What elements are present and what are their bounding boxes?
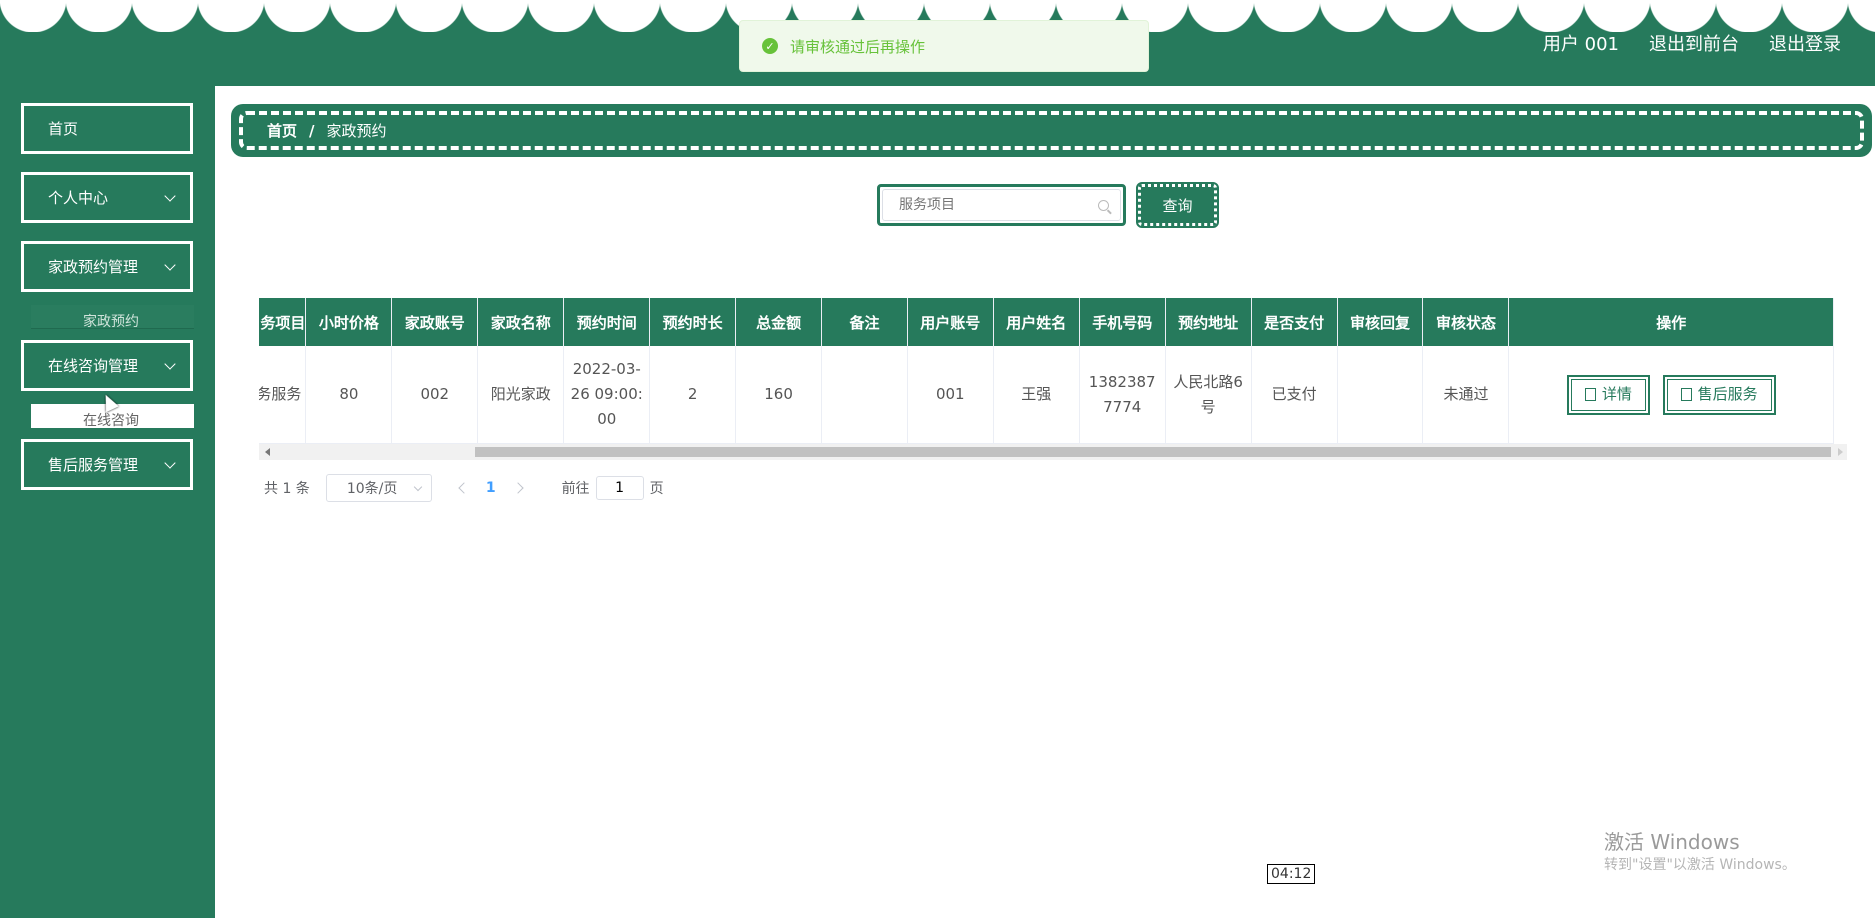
cell-service: 务服务 — [259, 346, 307, 444]
aftersale-button-label: 售后服务 — [1697, 385, 1758, 403]
sidebar-item-aftersale-mgmt[interactable]: 售后服务管理 — [21, 439, 193, 490]
sidebar-item-label: 首页 — [48, 120, 79, 138]
check-circle-icon: ✓ — [762, 38, 778, 54]
cell-review-status: 未通过 — [1422, 346, 1510, 444]
chevron-down-icon — [164, 457, 176, 469]
document-icon — [1584, 388, 1596, 401]
sidebar-item-consult-mgmt[interactable]: 在线咨询管理 — [21, 340, 193, 391]
column-header: 审核回复 — [1337, 298, 1424, 346]
cell-housekeeper-name: 阳光家政 — [477, 346, 565, 444]
search-icon — [1098, 200, 1109, 211]
column-header: 用户账号 — [907, 298, 994, 346]
breadcrumb-current: 家政预约 — [326, 122, 387, 140]
pagination: 共 1 条 10条/页 1 前往 页 — [264, 473, 664, 503]
scroll-thumb[interactable] — [475, 447, 1831, 457]
cell-remark — [821, 346, 908, 444]
column-header: 预约时间 — [563, 298, 651, 346]
logout-link[interactable]: 退出登录 — [1769, 30, 1841, 56]
cell-duration: 2 — [649, 346, 737, 444]
column-header: 家政名称 — [477, 298, 565, 346]
page-number[interactable]: 1 — [486, 480, 496, 496]
breadcrumb-frame: 首页 / 家政预约 — [239, 111, 1864, 150]
toast-message: 请审核通过后再操作 — [790, 37, 926, 56]
cell-paid: 已支付 — [1251, 346, 1338, 444]
sidebar-item-label: 售后服务管理 — [48, 456, 139, 474]
cell-hourly-price: 80 — [305, 346, 393, 444]
sidebar: 首页 个人中心 家政预约管理 家政预约 在线咨询管理 在线咨询 售后服务管理 — [0, 86, 215, 918]
goto-page: 前往 页 — [562, 476, 664, 500]
windows-watermark-sub: 转到"设置"以激活 Windows。 — [1604, 857, 1796, 873]
cell-appointment-time: 2022-03-26 09:00:00 — [563, 346, 651, 444]
total-count: 共 1 条 — [264, 481, 310, 497]
windows-watermark: 激活 Windows — [1604, 830, 1740, 854]
scroll-right-icon[interactable] — [1838, 448, 1843, 456]
cell-housekeeper-account: 002 — [391, 346, 479, 444]
goto-input[interactable] — [595, 476, 644, 500]
submenu-item-appointment[interactable]: 家政预约 — [31, 305, 194, 329]
chevron-down-icon — [164, 259, 176, 271]
front-link[interactable]: 退出到前台 — [1649, 30, 1739, 56]
chevron-down-icon — [164, 358, 176, 370]
sidebar-item-label: 在线咨询管理 — [48, 357, 139, 375]
column-header: 总金额 — [735, 298, 823, 346]
table-header-row: 务项目 小时价格 家政账号 家政名称 预约时间 预约时长 总金额 备注 用户账号… — [259, 298, 1834, 346]
chevron-down-icon — [164, 190, 176, 202]
horizontal-scrollbar[interactable] — [259, 444, 1847, 460]
column-header: 预约地址 — [1165, 298, 1252, 346]
column-header: 手机号码 — [1079, 298, 1166, 346]
column-header: 用户姓名 — [993, 298, 1080, 346]
sidebar-item-label: 家政预约管理 — [48, 258, 139, 276]
search-input[interactable] — [882, 189, 1121, 221]
goto-prefix: 前往 — [561, 481, 590, 497]
cell-total: 160 — [735, 346, 823, 444]
sidebar-item-home[interactable]: 首页 — [21, 103, 193, 154]
cell-user-account: 001 — [907, 346, 994, 444]
sidebar-item-appointment-mgmt[interactable]: 家政预约管理 — [21, 241, 193, 292]
column-header: 小时价格 — [305, 298, 393, 346]
detail-button[interactable]: 详情 — [1566, 374, 1650, 415]
scroll-left-icon[interactable] — [265, 448, 270, 456]
cell-address: 人民北路6号 — [1165, 346, 1252, 444]
column-header: 是否支付 — [1251, 298, 1338, 346]
page-size-select[interactable]: 10条/页 — [325, 474, 432, 502]
video-timestamp: 04:12 — [1267, 864, 1316, 884]
search-box — [877, 184, 1126, 226]
data-table: 务项目 小时价格 家政账号 家政名称 预约时间 预约时长 总金额 备注 用户账号… — [259, 298, 1847, 460]
next-page-icon[interactable] — [511, 482, 524, 494]
page-size-value: 10条/页 — [346, 481, 398, 497]
breadcrumb-separator: / — [309, 121, 315, 140]
appointment-table: 务项目 小时价格 家政账号 家政名称 预约时间 预约时长 总金额 备注 用户账号… — [259, 298, 1834, 444]
column-header: 操作 — [1508, 298, 1834, 346]
detail-button-label: 详情 — [1601, 385, 1632, 403]
breadcrumb-home[interactable]: 首页 — [267, 120, 297, 141]
column-header: 备注 — [821, 298, 908, 346]
sidebar-item-label: 个人中心 — [48, 189, 109, 207]
header-links: 用户 001 退出到前台 退出登录 — [1543, 30, 1841, 56]
cell-user-name: 王强 — [993, 346, 1080, 444]
cell-review-reply — [1337, 346, 1424, 444]
column-header: 审核状态 — [1422, 298, 1510, 346]
column-header: 家政账号 — [391, 298, 479, 346]
query-button[interactable]: 查询 — [1136, 182, 1219, 228]
chevron-down-icon — [413, 482, 423, 492]
sidebar-item-personal-center[interactable]: 个人中心 — [21, 172, 193, 223]
breadcrumb: 首页 / 家政预约 — [231, 104, 1872, 157]
user-label: 用户 001 — [1542, 34, 1619, 55]
aftersale-button[interactable]: 售后服务 — [1662, 374, 1776, 415]
prev-page-icon[interactable] — [458, 482, 470, 494]
cell-phone: 13823877774 — [1079, 346, 1166, 444]
goto-suffix: 页 — [649, 481, 664, 497]
warning-toast: ✓ 请审核通过后再操作 — [739, 20, 1149, 72]
cell-actions: 详情 售后服务 — [1508, 346, 1834, 444]
column-header: 务项目 — [259, 298, 307, 346]
column-header: 预约时长 — [649, 298, 737, 346]
table-row: 务服务 80 002 阳光家政 2022-03-26 09:00:00 2 16… — [259, 346, 1834, 444]
document-icon — [1680, 388, 1692, 401]
